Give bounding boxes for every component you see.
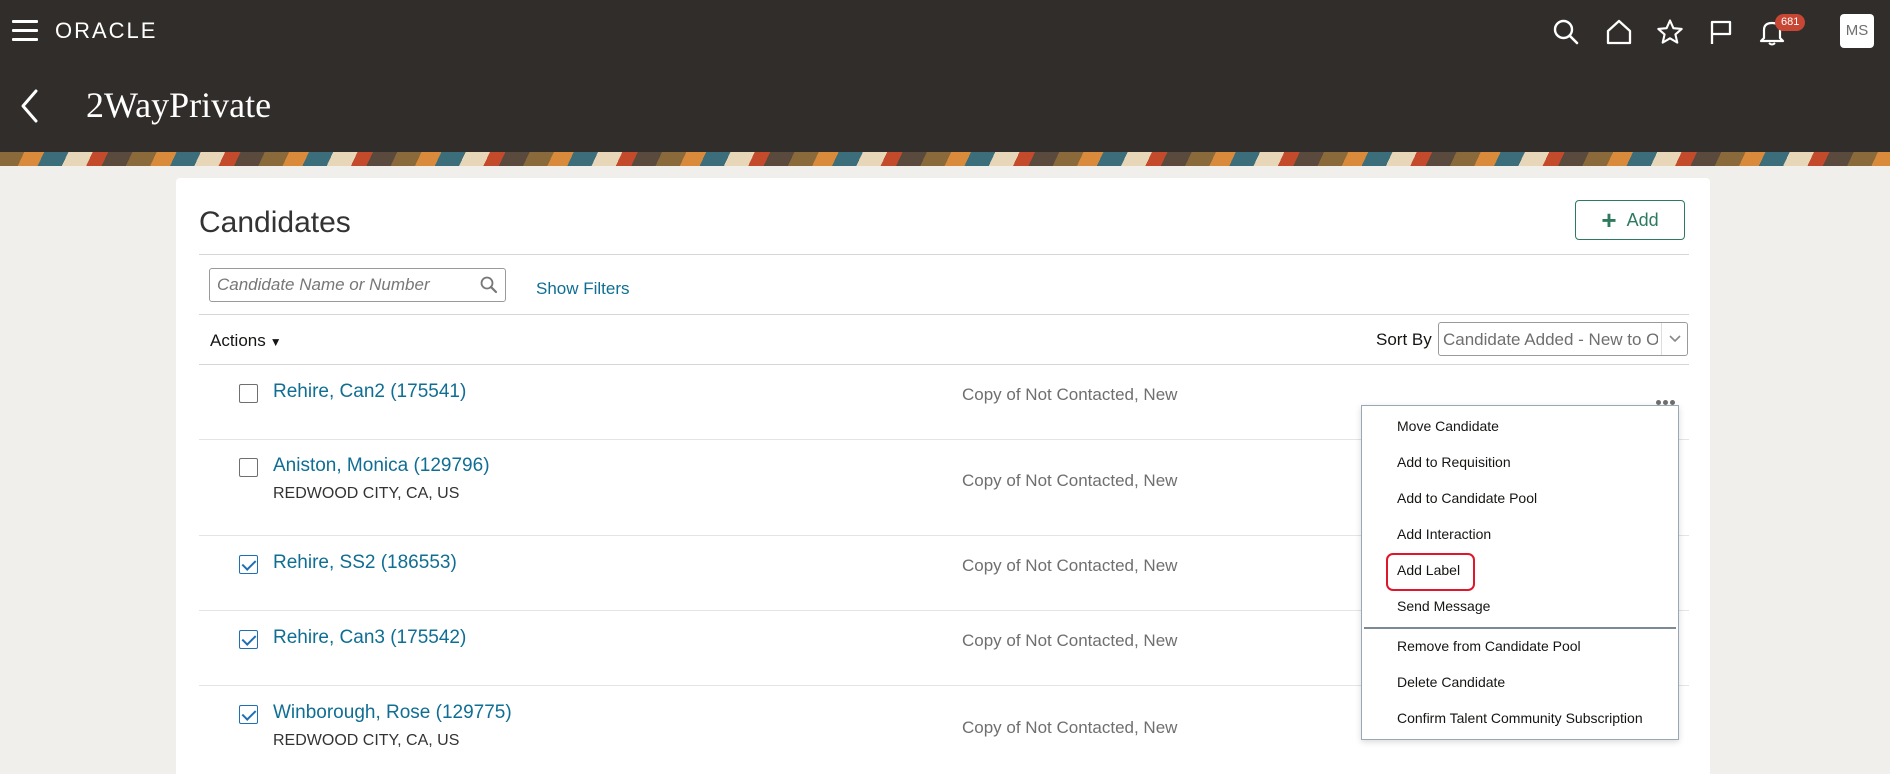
candidate-name-link[interactable]: Aniston, Monica (129796) xyxy=(273,455,490,477)
global-header: ORACLE 681 MS 2WayPrivate xyxy=(0,0,1890,152)
show-filters-link[interactable]: Show Filters xyxy=(536,279,630,299)
flag-icon[interactable] xyxy=(1707,18,1735,46)
candidate-location: REDWOOD CITY, CA, US xyxy=(273,485,460,502)
menu-item-move-candidate[interactable]: Move Candidate xyxy=(1397,418,1499,434)
notification-badge: 681 xyxy=(1775,14,1806,31)
candidate-status: Copy of Not Contacted, New xyxy=(962,718,1178,737)
sort-by-label: Sort By xyxy=(1376,330,1432,349)
candidate-status: Copy of Not Contacted, New xyxy=(962,631,1178,650)
search-icon[interactable] xyxy=(479,275,499,295)
divider xyxy=(199,364,1689,365)
sort-by-select[interactable]: Candidate Added - New to Old xyxy=(1438,322,1688,356)
star-icon[interactable] xyxy=(1656,18,1684,46)
back-arrow-icon[interactable] xyxy=(18,88,42,124)
search-icon[interactable] xyxy=(1552,18,1580,46)
candidate-location: REDWOOD CITY, CA, US xyxy=(273,732,460,749)
oracle-logo: ORACLE xyxy=(55,18,158,43)
plus-icon: + xyxy=(1601,205,1617,235)
candidate-name-link[interactable]: Rehire, SS2 (186553) xyxy=(273,552,457,574)
menu-item-confirm-talent-community-subscription[interactable]: Confirm Talent Community Subscription xyxy=(1397,710,1643,726)
more-options-icon[interactable] xyxy=(1656,392,1680,405)
menu-item-remove-from-candidate-pool[interactable]: Remove from Candidate Pool xyxy=(1397,638,1581,654)
decorative-banner xyxy=(0,152,1890,166)
candidate-status: Copy of Not Contacted, New xyxy=(962,471,1178,490)
row-checkbox-checked[interactable] xyxy=(239,630,258,649)
row-context-menu: Move Candidate Add to Requisition Add to… xyxy=(1361,405,1679,740)
menu-icon[interactable] xyxy=(12,20,38,42)
page-title: 2WayPrivate xyxy=(86,85,272,125)
actions-menu-button[interactable]: Actions ▼ xyxy=(210,331,282,351)
row-checkbox-checked[interactable] xyxy=(239,705,258,724)
divider xyxy=(199,254,1689,255)
row-checkbox[interactable] xyxy=(239,458,258,477)
candidate-name-link[interactable]: Rehire, Can2 (175541) xyxy=(273,381,466,403)
menu-item-send-message[interactable]: Send Message xyxy=(1397,598,1490,614)
home-icon[interactable] xyxy=(1605,18,1633,46)
candidate-name-link[interactable]: Winborough, Rose (129775) xyxy=(273,702,512,724)
menu-item-delete-candidate[interactable]: Delete Candidate xyxy=(1397,674,1505,690)
menu-separator xyxy=(1364,627,1676,629)
caret-down-icon: ▼ xyxy=(269,335,282,349)
highlight-box xyxy=(1386,553,1475,591)
user-avatar[interactable]: MS xyxy=(1840,14,1874,48)
chevron-down-icon xyxy=(1661,323,1687,355)
candidate-search-field[interactable] xyxy=(209,268,506,302)
candidate-search-input[interactable] xyxy=(210,269,460,301)
candidate-name-link[interactable]: Rehire, Can3 (175542) xyxy=(273,627,466,649)
row-checkbox[interactable] xyxy=(239,384,258,403)
sort-by-value: Candidate Added - New to Old xyxy=(1443,330,1658,349)
menu-item-add-interaction[interactable]: Add Interaction xyxy=(1397,526,1491,542)
menu-item-add-to-requisition[interactable]: Add to Requisition xyxy=(1397,454,1511,470)
add-candidate-button[interactable]: + Add xyxy=(1575,200,1685,240)
card-title: Candidates xyxy=(199,206,351,239)
row-checkbox-checked[interactable] xyxy=(239,555,258,574)
actions-label: Actions xyxy=(210,331,266,350)
divider xyxy=(199,314,1689,315)
candidate-status: Copy of Not Contacted, New xyxy=(962,385,1178,404)
menu-item-add-to-candidate-pool[interactable]: Add to Candidate Pool xyxy=(1397,490,1537,506)
add-button-label: Add xyxy=(1626,209,1659,230)
candidate-status: Copy of Not Contacted, New xyxy=(962,556,1178,575)
